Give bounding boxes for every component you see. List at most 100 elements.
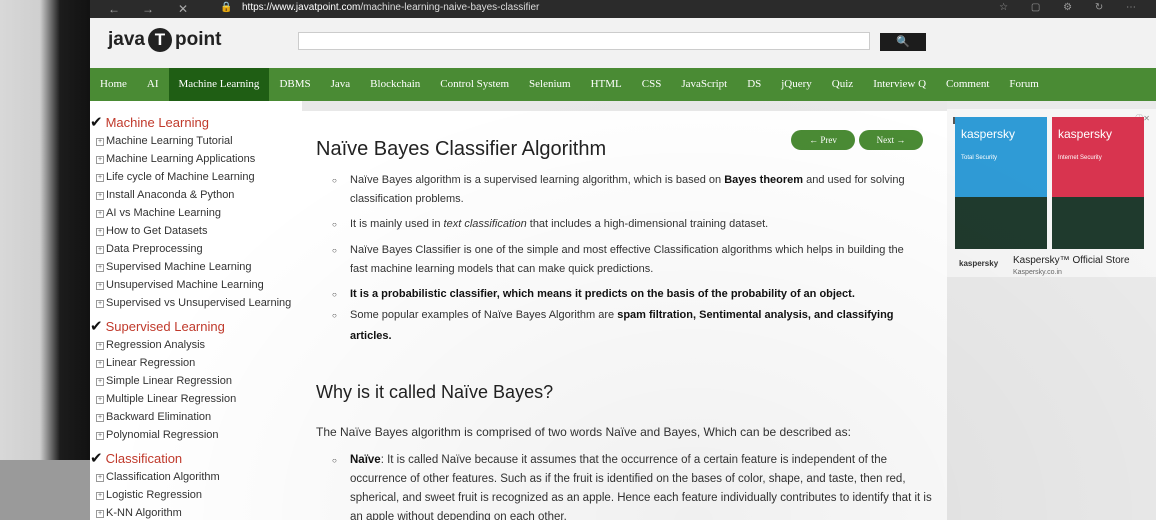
menu-item[interactable]: Control System xyxy=(430,68,519,101)
site-logo[interactable]: java T point xyxy=(108,28,221,52)
ad-box-bottom xyxy=(955,197,1047,249)
sidebar-item[interactable]: + K-NN Algorithm xyxy=(96,507,182,519)
menu-item[interactable]: CSS xyxy=(632,68,672,101)
expand-icon: + xyxy=(96,396,104,404)
checkmark-icon: ✔ xyxy=(90,450,103,467)
menu-item[interactable]: DS xyxy=(737,68,771,101)
article-card: Naïve Bayes Classifier Algorithm ← Prev … xyxy=(302,111,947,520)
sidebar-heading-label: Classification xyxy=(105,451,183,466)
ad-box-bottom xyxy=(1052,197,1144,249)
menu-item[interactable]: Java xyxy=(321,68,361,101)
sidebar-item[interactable]: + Regression Analysis xyxy=(96,339,205,351)
logo-text-right: point xyxy=(174,29,222,50)
sidebar-item-label: Linear Regression xyxy=(106,357,196,369)
expand-icon: + xyxy=(96,228,104,236)
expand-icon: + xyxy=(96,360,104,368)
sidebar-item-label: Machine Learning Tutorial xyxy=(106,135,233,147)
sidebar-item[interactable]: + Machine Learning Tutorial xyxy=(96,135,233,147)
sidebar-item-label: Simple Linear Regression xyxy=(106,375,232,387)
sidebar-item[interactable]: + Polynomial Regression xyxy=(96,429,219,441)
expand-icon: + xyxy=(96,264,104,272)
menu-item[interactable]: HTML xyxy=(581,68,632,101)
ad-site-url[interactable]: Kaspersky.co.in xyxy=(1013,269,1062,276)
sidebar-item[interactable]: + AI vs Machine Learning xyxy=(96,207,221,219)
sidebar-item-label: Logistic Regression xyxy=(106,489,202,501)
menu-item[interactable]: Machine Learning xyxy=(168,68,270,101)
next-button[interactable]: Next → xyxy=(859,130,923,150)
menu-item[interactable]: Home xyxy=(90,68,137,101)
menu-item[interactable]: JavaScript xyxy=(671,68,737,101)
sidebar-item-label: Data Preprocessing xyxy=(106,243,203,255)
ad-store-name[interactable]: Kaspersky™ Official Store xyxy=(1013,255,1130,266)
prev-button[interactable]: ← Prev xyxy=(791,130,855,150)
menu-item[interactable]: Forum xyxy=(999,68,1048,101)
ad-product-internet-security[interactable]: kaspersky Internet Security xyxy=(1052,117,1144,249)
sidebar-item[interactable]: + Logistic Regression xyxy=(96,489,202,501)
expand-icon: + xyxy=(96,138,104,146)
list-bold-text: articles. xyxy=(350,330,392,342)
main-menu: Home AI Machine Learning DBMS Java Blockchain… xyxy=(90,68,1156,101)
expand-icon: + xyxy=(96,174,104,182)
menu-item[interactable]: Quiz xyxy=(822,68,863,101)
menu-item[interactable]: Interview Q xyxy=(863,68,936,101)
ad-panel: AD ⓘ✕ kaspersky Total Security kaspersky… xyxy=(947,101,1156,520)
sidebar-heading[interactable]: ✔ Classification xyxy=(90,449,182,467)
bullet-icon: ○ xyxy=(332,176,337,185)
sidebar-item[interactable]: + Backward Elimination xyxy=(96,411,211,423)
list-text: It is mainly used in xyxy=(350,218,444,230)
sidebar-item[interactable]: + Classification Algorithm xyxy=(96,471,220,483)
sidebar-heading[interactable]: ✔ Machine Learning xyxy=(90,113,209,131)
list-bold-text: Bayes theorem xyxy=(724,174,804,186)
sidebar-item[interactable]: + Life cycle of Machine Learning xyxy=(96,171,255,183)
ad-product-total-security[interactable]: kaspersky Total Security xyxy=(955,117,1047,249)
sidebar-item[interactable]: + Install Anaconda & Python xyxy=(96,189,234,201)
bullet-icon: ○ xyxy=(332,311,337,320)
sidebar-item[interactable]: + Machine Learning Applications xyxy=(96,153,255,165)
list-text: : It is called Naïve because it assumes … xyxy=(380,454,887,466)
sidebar-item[interactable]: + Unsupervised Machine Learning xyxy=(96,279,264,291)
bullet-icon: ○ xyxy=(332,246,337,255)
list-text: Naïve Bayes Classifier is one of the sim… xyxy=(350,244,904,256)
address-bar[interactable]: https://www.javatpoint.com/machine-learn… xyxy=(242,2,539,13)
sidebar-item[interactable]: + Multiple Linear Regression xyxy=(96,393,236,405)
sidebar-item-label: Multiple Linear Regression xyxy=(106,393,237,405)
sidebar: ✔ Machine Learning + Machine Learning Tutor… xyxy=(90,101,302,520)
search-input[interactable] xyxy=(298,32,870,50)
search-button[interactable]: 🔍 xyxy=(880,33,926,51)
expand-icon: + xyxy=(96,414,104,422)
sidebar-item[interactable]: + Supervised vs Unsupervised Learning xyxy=(96,297,291,309)
menu-item[interactable]: Blockchain xyxy=(360,68,430,101)
forward-arrow-icon[interactable]: → xyxy=(142,2,154,16)
menu-item[interactable]: DBMS xyxy=(269,68,320,101)
expand-icon: + xyxy=(96,474,104,482)
sidebar-item[interactable]: + How to Get Datasets xyxy=(96,225,208,237)
list-text: fast machine learning models that can ma… xyxy=(350,263,654,275)
url-host: https://www.javatpoint.com xyxy=(242,2,361,13)
back-arrow-icon[interactable]: ← xyxy=(108,2,120,16)
menu-item[interactable]: Selenium xyxy=(519,68,581,101)
sidebar-item[interactable]: + Simple Linear Regression xyxy=(96,375,232,387)
sidebar-item-label: Supervised vs Unsupervised Learning xyxy=(106,297,292,309)
sidebar-item-label: Life cycle of Machine Learning xyxy=(106,171,255,183)
list-text: Naïve Bayes algorithm is a supervised le… xyxy=(350,174,725,186)
sidebar-item-label: Backward Elimination xyxy=(106,411,212,423)
expand-icon: + xyxy=(96,210,104,218)
sidebar-item-label: Unsupervised Machine Learning xyxy=(106,279,264,291)
logo-text-left: java xyxy=(108,29,145,50)
browser-window: ← → ✕ 🔒 https://www.javatpoint.com/machi… xyxy=(90,0,1156,520)
sidebar-item[interactable]: + Data Preprocessing xyxy=(96,243,203,255)
browser-extension-icons[interactable]: ☆ ▢ ⚙ ↻ ⋯ xyxy=(999,2,1146,13)
sidebar-item-label: AI vs Machine Learning xyxy=(106,207,221,219)
sidebar-heading[interactable]: ✔ Supervised Learning xyxy=(90,317,225,335)
menu-item[interactable]: jQuery xyxy=(771,68,822,101)
checkmark-icon: ✔ xyxy=(90,114,103,131)
ad-card[interactable]: AD ⓘ✕ kaspersky Total Security kaspersky… xyxy=(947,109,1156,277)
close-icon[interactable]: ✕ xyxy=(178,2,188,16)
menu-item[interactable]: AI xyxy=(137,68,169,101)
sidebar-item-label: K-NN Algorithm xyxy=(106,507,182,519)
list-text: spherical, and sweet fruit is recognized… xyxy=(350,492,932,504)
menu-item[interactable]: Comment xyxy=(936,68,999,101)
sidebar-item[interactable]: + Supervised Machine Learning xyxy=(96,261,252,273)
sidebar-item[interactable]: + Linear Regression xyxy=(96,357,195,369)
sidebar-item-label: Polynomial Regression xyxy=(106,429,219,441)
